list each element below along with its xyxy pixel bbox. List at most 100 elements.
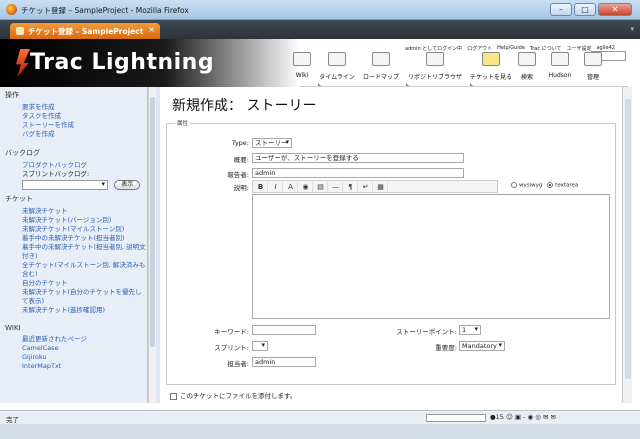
wysiwyg-radio[interactable] (511, 182, 517, 188)
description-label: 説明: (233, 184, 249, 192)
window-titlebar: チケット登録 – SampleProject - Mozilla Firefox… (0, 0, 640, 20)
progress-bar (426, 414, 486, 422)
nav-repository-browser[interactable]: リポジトリブラウザ (404, 51, 466, 87)
attach-option: このチケットにファイルを添付します。 (170, 390, 296, 400)
nav-wiki[interactable]: Wiki (290, 51, 314, 87)
status-bar: 完了 ●15 ☺ ▣ - ◉ ◎ ✉ ✉ (0, 410, 640, 424)
hr-icon[interactable]: — (329, 182, 343, 192)
sidebar-link-wiki[interactable]: CamelCase (22, 344, 147, 353)
sprint-select[interactable] (252, 341, 268, 351)
lightning-icon (16, 49, 30, 77)
bold-icon[interactable]: B (254, 182, 268, 192)
importance-select[interactable]: Mandatory (459, 341, 505, 351)
sidebar-heading-ops: 操作 (5, 91, 19, 99)
close-window-button[interactable]: ✕ (598, 3, 632, 16)
sidebar-link-wiki[interactable]: Gijiroku (22, 353, 147, 362)
owner-label: 担当者: (227, 360, 249, 368)
sidebar: 操作 要求を作成 タスクを作成 ストーリーを作成 バグを作成 バックログ プロダ… (0, 87, 148, 403)
sidebar-link-wiki[interactable]: 最近更新されたページ (22, 335, 147, 344)
window-title: チケット登録 – SampleProject - Mozilla Firefox (21, 6, 189, 15)
status-text: 完了 (6, 416, 19, 424)
link-icon[interactable]: ◉ (299, 182, 313, 192)
keywords-field[interactable] (252, 325, 316, 335)
main-content: 新規作成： ストーリー 属性 Type: ストーリー 概要: ユーザーが、ストー… (160, 87, 622, 403)
importance-label: 重要度: (435, 344, 457, 352)
main-scrollbar[interactable] (622, 87, 632, 403)
repository-icon (426, 52, 444, 66)
sidebar-heading-wiki: WIKI (5, 324, 21, 332)
keywords-label: キーワード: (214, 328, 249, 336)
attach-checkbox[interactable] (170, 392, 177, 400)
summary-label: 概要: (233, 156, 249, 164)
sidebar-heading-backlog: バックログ (5, 149, 40, 157)
maximize-button[interactable]: □ (574, 3, 596, 16)
trac-banner: Trac Lightning admin としてログイン中 ログアウト Help… (0, 39, 628, 87)
reporter-field[interactable]: admin (252, 168, 464, 178)
attach-label: このチケットにファイルを添付します。 (180, 392, 297, 400)
sidebar-link-ticket[interactable]: 全チケット(マイルストーン別, 解決済みも含む) (22, 261, 147, 279)
tab-close-icon[interactable]: × (148, 25, 155, 34)
sidebar-scrollbar[interactable] (148, 87, 156, 403)
story-points-select[interactable]: 1 (459, 325, 481, 335)
addon-tray[interactable]: ●15 ☺ ▣ - ◉ ◎ ✉ ✉ (490, 413, 556, 421)
sidebar-link-ticket[interactable]: 未解決チケット (22, 207, 147, 216)
timeline-icon (328, 52, 346, 66)
sprint-backlog-select[interactable] (22, 180, 108, 190)
sidebar-link-create-task[interactable]: タスクを作成 (22, 112, 147, 121)
show-button[interactable]: 表示 (114, 180, 141, 190)
window-bottom-frame (0, 424, 640, 439)
window-controls: – □ ✕ (550, 3, 632, 16)
code-icon[interactable]: ▤ (314, 182, 328, 192)
image-icon[interactable]: ▦ (374, 182, 388, 192)
summary-field[interactable]: ユーザーが、ストーリーを登録する (252, 153, 464, 163)
sidebar-link-create-requirement[interactable]: 要求を作成 (22, 103, 147, 112)
sidebar-link-create-story[interactable]: ストーリーを作成 (22, 121, 147, 130)
reporter-label: 報告者: (227, 171, 249, 179)
sidebar-link-ticket[interactable]: 未解決チケット(自分のチケットを優先して表示) (22, 288, 147, 306)
nav-roadmap[interactable]: ロードマップ (360, 51, 402, 87)
wiki-toolbar: B I A ◉ ▤ — ¶ ↵ ▦ (252, 180, 498, 193)
nav-timeline[interactable]: タイムライン (316, 51, 358, 87)
sidebar-link-ticket[interactable]: 自分のチケット (22, 279, 147, 288)
description-textarea[interactable] (252, 194, 610, 319)
editor-mode: wysiwyg textarea (511, 182, 578, 189)
main-nav: Wiki タイムライン ロードマップ リポジトリブラウザ チケットを見る 検索 … (290, 51, 628, 87)
sidebar-link-ticket[interactable]: 未解決チケット(マイルストーン別) (22, 225, 147, 234)
type-label: Type: (231, 139, 249, 147)
paragraph-icon[interactable]: ¶ (344, 182, 358, 192)
nav-admin[interactable]: 管理 (582, 51, 604, 87)
hudson-icon (551, 52, 569, 66)
tab-label: チケット登録 – SampleProject (28, 27, 144, 36)
tab-ticket-register[interactable]: チケット登録 – SampleProject × (10, 23, 160, 39)
sidebar-link-create-bug[interactable]: バグを作成 (22, 130, 147, 139)
sidebar-link-ticket[interactable]: 未解決チケット(進捗確認用) (22, 306, 147, 315)
sidebar-link-ticket[interactable]: 未解決チケット(バージョン別) (22, 216, 147, 225)
minimize-button[interactable]: – (550, 3, 572, 16)
heading-icon[interactable]: A (284, 182, 298, 192)
owner-field[interactable]: admin (252, 357, 316, 367)
admin-icon (584, 52, 602, 66)
search-icon (518, 52, 536, 66)
textarea-radio[interactable] (547, 182, 554, 188)
nav-view-tickets[interactable]: チケットを見る (468, 51, 514, 87)
roadmap-icon (372, 52, 390, 66)
page-title: 新規作成： ストーリー (172, 98, 317, 114)
sidebar-link-ticket[interactable]: 着手中の未解決チケット(担当者別) (22, 234, 147, 243)
tab-list-icon[interactable]: ▾ (630, 25, 634, 33)
tab-favicon-icon (16, 27, 24, 35)
nav-search[interactable]: 検索 (516, 51, 538, 87)
sidebar-link-product-backlog[interactable]: プロダクトバックログ (22, 161, 147, 170)
linebreak-icon[interactable]: ↵ (359, 182, 373, 192)
fieldset-legend: 属性 (175, 119, 191, 127)
type-select[interactable]: ストーリー (252, 138, 292, 148)
italic-icon[interactable]: I (269, 182, 283, 192)
logo[interactable]: Trac Lightning (0, 39, 300, 87)
sidebar-heading-tickets: チケット (5, 195, 33, 203)
properties-fieldset: 属性 Type: ストーリー 概要: ユーザーが、ストーリーを登録する 報告者:… (166, 119, 616, 385)
nav-hudson[interactable]: Hudson (540, 51, 580, 87)
story-points-label: ストーリーポイント: (396, 328, 457, 336)
firefox-icon (6, 4, 17, 15)
tickets-icon (482, 52, 500, 66)
sidebar-link-wiki[interactable]: InterMapTxt (22, 362, 147, 371)
sidebar-link-ticket[interactable]: 着手中の未解決チケット(担当者別, 説明文付き) (22, 243, 147, 261)
